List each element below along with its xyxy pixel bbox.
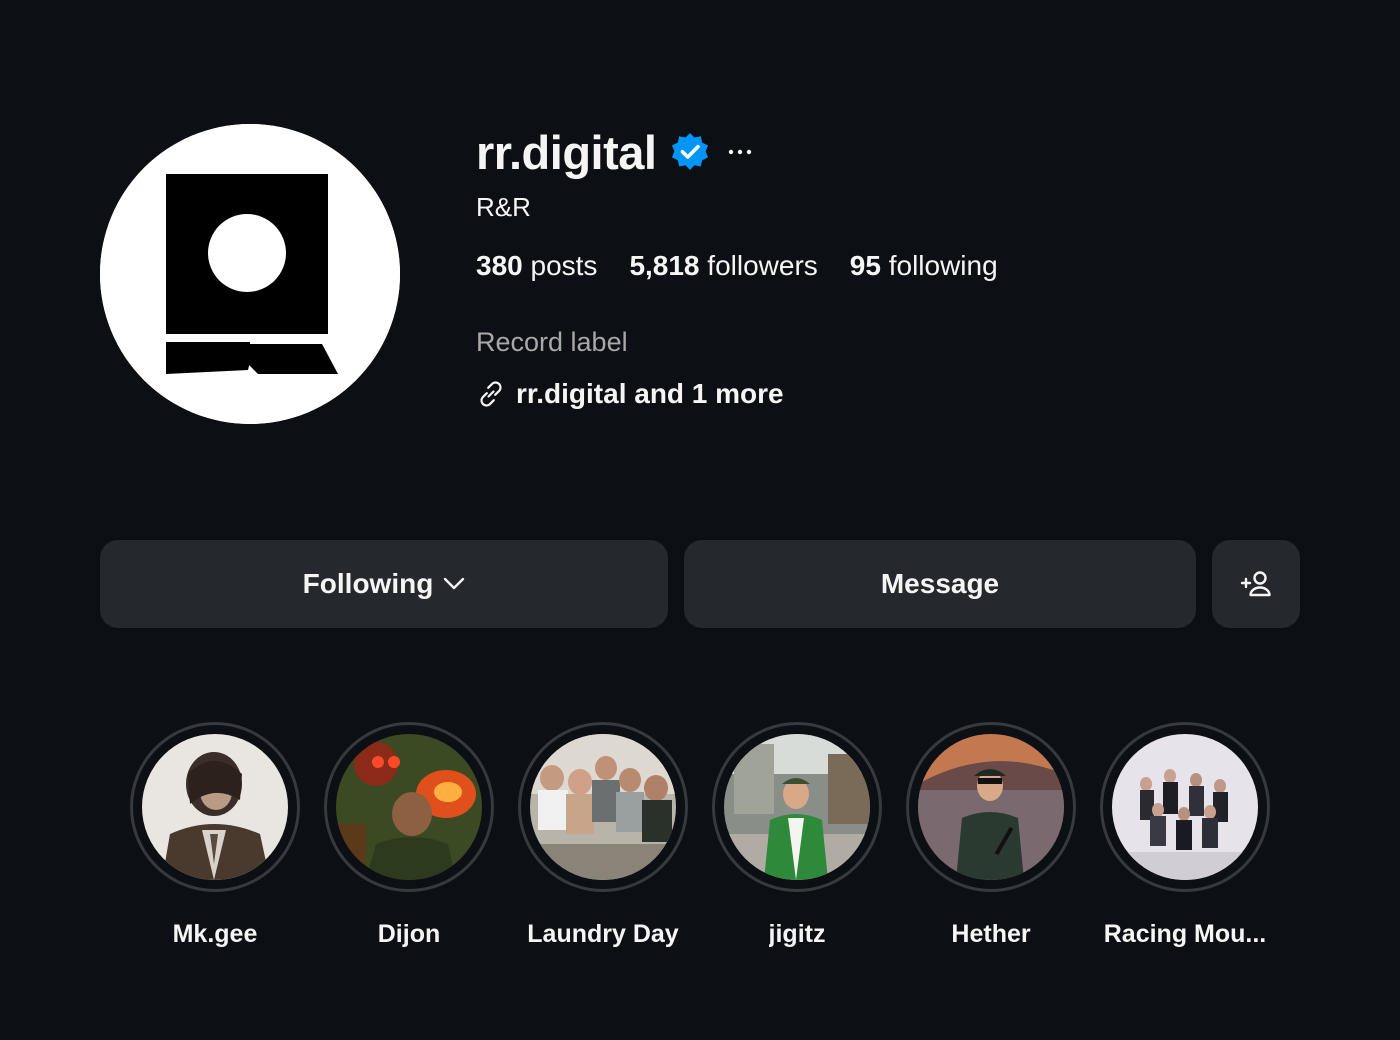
highlight-label: Racing Mou...	[1103, 920, 1267, 948]
highlight-ring	[324, 722, 494, 892]
bio-link-label: rr.digital and 1 more	[516, 378, 784, 409]
highlight-label: Mk.gee	[172, 920, 258, 948]
highlight-item[interactable]: Laundry Day	[506, 722, 700, 949]
verified-badge-icon	[672, 133, 709, 170]
highlight-ring	[130, 722, 300, 892]
highlight-cover-image	[142, 734, 288, 880]
highlight-item[interactable]: jigitz	[700, 722, 894, 949]
following-button-label: Following	[302, 568, 434, 599]
profile-avatar[interactable]	[100, 124, 400, 424]
highlight-ring	[518, 722, 688, 892]
followers-count: 5,818	[629, 250, 700, 281]
highlight-label: jigitz	[768, 920, 826, 948]
highlight-label: Laundry Day	[527, 920, 679, 948]
suggested-users-button[interactable]	[1212, 540, 1300, 628]
following-count: 95	[849, 250, 881, 281]
highlight-label: Dijon	[377, 920, 441, 948]
highlight-item[interactable]: Dijon	[312, 722, 506, 949]
highlight-cover-image	[724, 734, 870, 880]
followers-label: followers	[707, 250, 818, 281]
highlight-ring	[906, 722, 1076, 892]
highlight-cover-image	[336, 734, 482, 880]
profile-stats: 380 posts 5,818 followers 95 following	[476, 250, 1030, 282]
ellipsis-icon	[729, 149, 752, 155]
highlight-label: Hether	[951, 920, 1031, 948]
following-label: following	[888, 250, 998, 281]
highlight-cover-image	[1112, 734, 1258, 880]
highlight-cover-image	[918, 734, 1064, 880]
highlight-item[interactable]: Racing Mou...	[1088, 722, 1282, 949]
username: rr.digital	[476, 125, 657, 179]
add-person-icon	[1240, 571, 1271, 597]
following-stat[interactable]: 95 following	[850, 250, 998, 282]
posts-count: 380	[476, 250, 523, 281]
full-name: R&R	[476, 192, 531, 222]
more-options-button[interactable]	[724, 136, 756, 168]
posts-stat[interactable]: 380 posts	[476, 250, 597, 282]
followers-stat[interactable]: 5,818 followers	[629, 250, 817, 282]
bio-link[interactable]: rr.digital and 1 more	[476, 378, 784, 410]
posts-label: posts	[530, 250, 598, 281]
following-button[interactable]: Following	[100, 540, 668, 628]
message-button[interactable]: Message	[684, 540, 1196, 628]
chevron-down-icon	[444, 577, 465, 590]
message-button-label: Message	[880, 568, 1000, 599]
highlight-cover-image	[530, 734, 676, 880]
link-icon	[480, 381, 502, 407]
highlight-ring	[1100, 722, 1270, 892]
highlight-item[interactable]: Mk.gee	[118, 722, 312, 949]
highlight-item[interactable]: Hether	[894, 722, 1088, 949]
highlight-ring	[712, 722, 882, 892]
profile-page: rr.digital R&R 380 posts 5,818 followers…	[0, 0, 1400, 1040]
rr-logo	[100, 124, 400, 424]
story-highlights: Mk.gee Dijon Laundry Day jigitz Hether R…	[0, 722, 1400, 962]
profile-category: Record label	[476, 327, 628, 357]
profile-header: rr.digital	[476, 122, 756, 182]
